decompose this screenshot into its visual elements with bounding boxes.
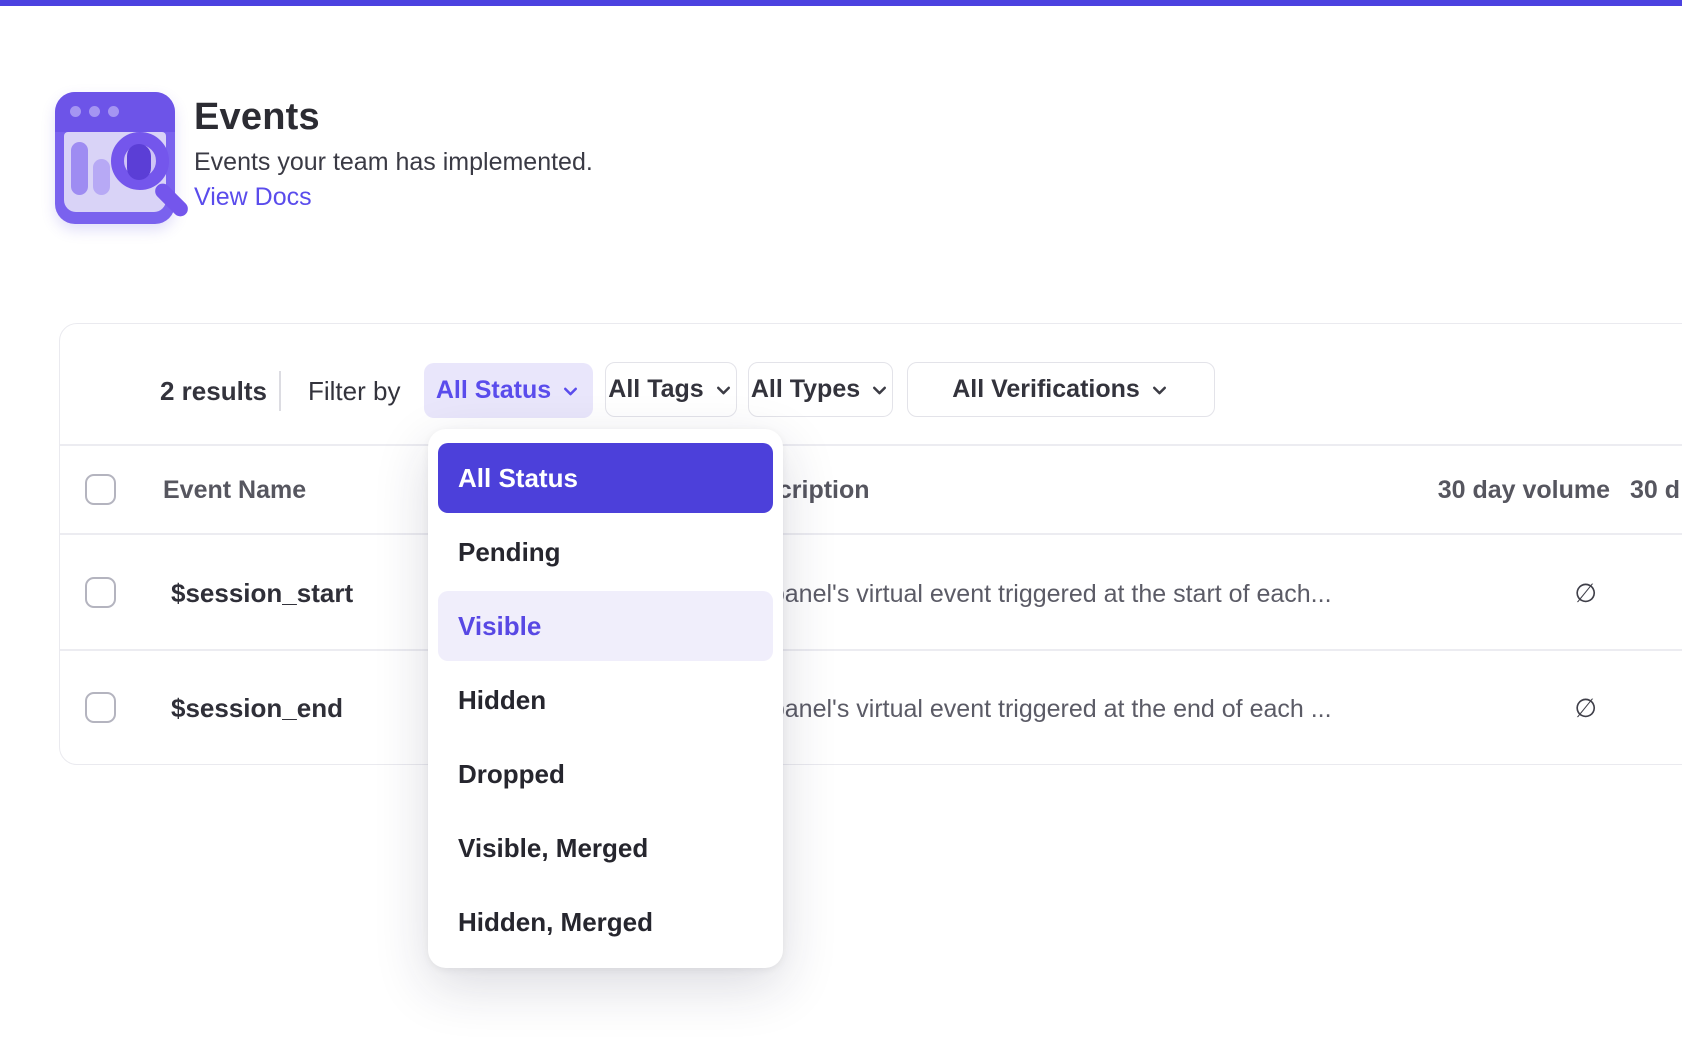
filter-all-status[interactable]: All Status — [424, 363, 593, 418]
column-header-30-day-volume[interactable]: 30 day volume — [1380, 476, 1610, 505]
row-checkbox[interactable] — [85, 577, 116, 608]
event-name-cell[interactable]: $session_start — [171, 578, 353, 609]
column-header-30-day-clipped[interactable]: 30 d — [1630, 476, 1682, 505]
icon-chart-bar — [71, 142, 88, 195]
dropdown-option-hidden-merged[interactable]: Hidden, Merged — [438, 887, 773, 957]
column-header-event-name[interactable]: Event Name — [163, 476, 306, 505]
dropdown-option-visible[interactable]: Visible — [438, 591, 773, 661]
event-volume-cell: ∅ — [1380, 578, 1597, 609]
event-name-cell[interactable]: $session_end — [171, 693, 343, 724]
dropdown-option-all-status[interactable]: All Status — [438, 443, 773, 513]
filter-all-verifications[interactable]: All Verifications — [907, 362, 1215, 417]
chevron-down-icon — [1149, 380, 1170, 401]
results-count: 2 results — [160, 376, 267, 407]
filter-all-types[interactable]: All Types — [748, 362, 893, 417]
table-header-top-border — [60, 444, 1682, 446]
page-title: Events — [194, 96, 320, 139]
event-description-cell: Mixpanel's virtual event triggered at th… — [732, 695, 1332, 724]
chevron-down-icon — [560, 381, 581, 402]
row-checkbox[interactable] — [85, 692, 116, 723]
table-row-divider — [60, 649, 1682, 651]
top-accent-bar — [0, 0, 1682, 6]
filter-all-types-label: All Types — [751, 375, 860, 404]
event-volume-cell: ∅ — [1380, 693, 1597, 724]
icon-browser-body — [64, 132, 166, 212]
select-all-checkbox[interactable] — [85, 474, 116, 505]
filter-by-label: Filter by — [308, 376, 400, 407]
status-dropdown-menu: All Status Pending Visible Hidden Droppe… — [428, 429, 783, 968]
page-subtitle: Events your team has implemented. — [194, 148, 593, 177]
dropdown-option-dropped[interactable]: Dropped — [438, 739, 773, 809]
table-row-divider — [60, 533, 1682, 535]
filter-all-status-label: All Status — [436, 376, 551, 405]
filter-all-tags[interactable]: All Tags — [605, 362, 737, 417]
events-page: Events Events your team has implemented.… — [0, 0, 1682, 1046]
filter-all-tags-label: All Tags — [608, 375, 703, 404]
dropdown-option-pending[interactable]: Pending — [438, 517, 773, 587]
view-docs-link[interactable]: View Docs — [194, 183, 312, 212]
chevron-down-icon — [713, 380, 734, 401]
magnifier-core — [127, 144, 151, 180]
icon-chart-bar — [93, 159, 110, 195]
dropdown-option-visible-merged[interactable]: Visible, Merged — [438, 813, 773, 883]
icon-dot — [108, 106, 119, 117]
icon-dot — [70, 106, 81, 117]
toolbar-divider — [279, 371, 281, 411]
filter-all-verifications-label: All Verifications — [952, 375, 1140, 404]
icon-dot — [89, 106, 100, 117]
magnifier-handle-icon — [152, 181, 191, 220]
chevron-down-icon — [869, 380, 890, 401]
event-description-cell: Mixpanel's virtual event triggered at th… — [732, 580, 1332, 609]
events-app-icon — [55, 92, 175, 224]
dropdown-option-hidden[interactable]: Hidden — [438, 665, 773, 735]
